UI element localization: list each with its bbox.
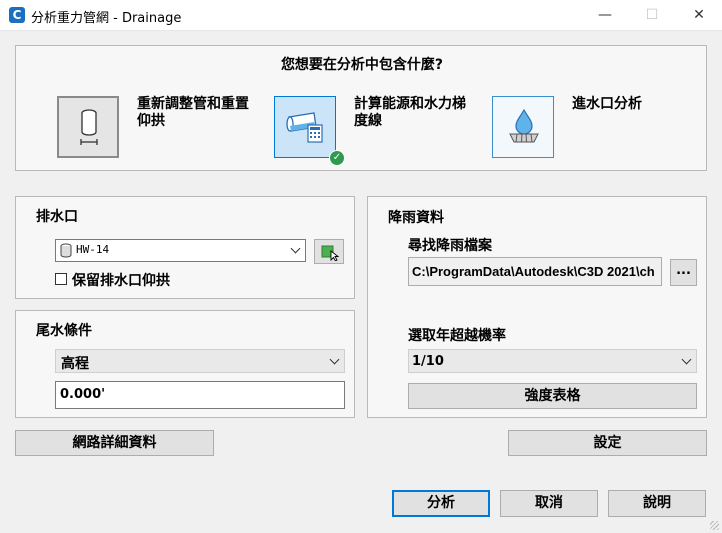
find-rainfall-file-label: 尋找降雨檔案 — [408, 238, 492, 254]
pick-outfall-button[interactable] — [314, 239, 344, 264]
structure-icon — [60, 243, 72, 258]
options-question: 您想要在分析中包含什麼? — [280, 57, 444, 73]
intensity-table-button[interactable]: 強度表格 — [408, 383, 697, 409]
help-button[interactable]: 說明 — [608, 490, 706, 517]
chevron-down-icon — [290, 243, 301, 254]
tailwater-type-select[interactable]: 高程 — [55, 349, 345, 373]
energy-hydraulic-label-line1: 計算能源和水力梯 — [354, 96, 466, 112]
tailwater-heading: 尾水條件 — [36, 323, 92, 339]
outfall-heading: 排水口 — [36, 209, 78, 225]
resize-grip-icon[interactable] — [710, 521, 719, 530]
rainfall-panel: 降雨資料 尋找降雨檔案 C:\ProgramData\Autodesk\C3D … — [367, 196, 707, 418]
outfall-panel: 排水口 HW-14 保留排水口仰拱 — [15, 196, 355, 299]
energy-hydraulic-label: 計算能源和水力梯 度線 — [354, 96, 479, 130]
close-button[interactable]: ✕ — [684, 4, 714, 26]
chevron-down-icon — [329, 354, 340, 365]
energy-hydraulic-label-line2: 度線 — [354, 113, 382, 129]
analyze-button[interactable]: 分析 — [392, 490, 490, 517]
resize-pipes-option-button[interactable] — [57, 96, 119, 158]
resize-pipes-label-line1: 重新調整管和重置 — [137, 96, 249, 112]
maximize-button[interactable]: ☐ — [637, 4, 667, 26]
tailwater-type-value: 高程 — [61, 356, 89, 372]
inlet-analysis-label: 進水口分析 — [572, 96, 697, 113]
return-period-label: 選取年超越機率 — [408, 328, 506, 344]
keep-outfall-invert-label: 保留排水口仰拱 — [72, 273, 170, 289]
network-details-button[interactable]: 網路詳細資料 — [15, 430, 214, 456]
chevron-down-icon — [681, 354, 692, 365]
resize-pipes-label: 重新調整管和重置 仰拱 — [137, 96, 262, 130]
rainfall-file-path-text: C:\ProgramData\Autodesk\C3D 2021\ch — [412, 264, 655, 279]
tailwater-value-input[interactable]: 0.000' — [55, 381, 345, 409]
resize-pipes-label-line2: 仰拱 — [137, 113, 165, 129]
minimize-button[interactable]: — — [590, 4, 620, 26]
app-icon: C — [9, 7, 25, 23]
window-title: 分析重力管網 - Drainage — [31, 11, 182, 26]
rainfall-heading: 降雨資料 — [388, 210, 444, 226]
pick-from-drawing-icon — [321, 245, 340, 261]
return-period-select[interactable]: 1/10 — [408, 349, 697, 373]
outfall-select[interactable]: HW-14 — [55, 239, 306, 262]
inlet-drop-icon — [509, 108, 539, 143]
cancel-button[interactable]: 取消 — [500, 490, 598, 517]
inlet-analysis-option-button[interactable] — [492, 96, 554, 158]
analysis-options-panel: 您想要在分析中包含什麼? 重新調整管和重置 仰拱 ✓ 計算能源和水力梯 度線 進… — [15, 45, 707, 171]
browse-button[interactable]: ... — [670, 259, 697, 286]
tailwater-panel: 尾水條件 高程 0.000' — [15, 310, 355, 418]
rainfall-file-path-field[interactable]: C:\ProgramData\Autodesk\C3D 2021\ch — [408, 257, 662, 286]
tailwater-value-text: 0.000' — [60, 387, 106, 402]
pipe-resize-icon — [80, 109, 98, 145]
inlet-analysis-label-line1: 進水口分析 — [572, 96, 642, 112]
energy-hydraulic-option-button[interactable] — [274, 96, 336, 158]
keep-outfall-invert-checkbox[interactable] — [55, 273, 67, 285]
settings-button[interactable]: 設定 — [508, 430, 707, 456]
return-period-value: 1/10 — [412, 354, 444, 369]
outfall-select-value: HW-14 — [76, 243, 110, 256]
energy-hydraulic-icon — [286, 112, 323, 143]
selected-check-icon: ✓ — [329, 150, 345, 166]
title-bar: C 分析重力管網 - Drainage — ☐ ✕ — [0, 0, 722, 31]
